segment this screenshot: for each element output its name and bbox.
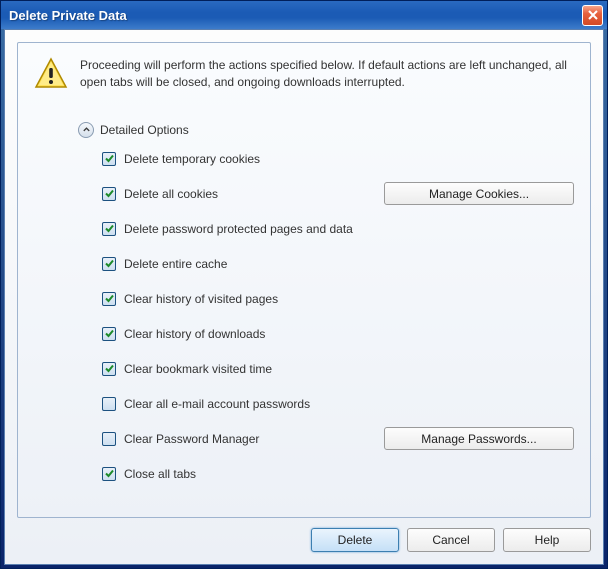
option-label: Clear Password Manager: [124, 432, 259, 446]
option-pwd-mgr: Clear Password Manager Manage Passwords.…: [102, 428, 574, 450]
warning-icon: [34, 57, 68, 91]
window-title: Delete Private Data: [9, 8, 582, 23]
check-icon: [104, 153, 115, 164]
manage-cookies-button[interactable]: Manage Cookies...: [384, 182, 574, 205]
check-icon: [104, 223, 115, 234]
warning-text: Proceeding will perform the actions spec…: [80, 57, 574, 92]
chevron-up-icon: [82, 125, 91, 134]
checkbox-temp-cookies[interactable]: [102, 152, 116, 166]
check-icon: [104, 188, 115, 199]
collapse-toggle[interactable]: [78, 122, 94, 138]
option-all-cookies: Delete all cookies Manage Cookies...: [102, 183, 574, 205]
option-history-dl: Clear history of downloads: [102, 323, 574, 345]
check-icon: [104, 468, 115, 479]
option-label: Delete all cookies: [124, 187, 218, 201]
cancel-button[interactable]: Cancel: [407, 528, 495, 552]
checkbox-pwd-pages[interactable]: [102, 222, 116, 236]
check-icon: [104, 363, 115, 374]
options-list: Delete temporary cookies Delete all cook…: [102, 148, 574, 485]
checkbox-pwd-mgr[interactable]: [102, 432, 116, 446]
section-header: Detailed Options: [78, 122, 574, 138]
option-temp-cookies: Delete temporary cookies: [102, 148, 574, 170]
check-icon: [104, 328, 115, 339]
titlebar: Delete Private Data: [1, 1, 607, 29]
checkbox-cache[interactable]: [102, 257, 116, 271]
option-label: Clear all e-mail account passwords: [124, 397, 310, 411]
footer: Delete Cancel Help: [17, 528, 591, 552]
help-button[interactable]: Help: [503, 528, 591, 552]
option-label: Clear history of downloads: [124, 327, 265, 341]
delete-button[interactable]: Delete: [311, 528, 399, 552]
checkbox-all-cookies[interactable]: [102, 187, 116, 201]
dialog-window: Delete Private Data Proceeding will perf…: [0, 0, 608, 569]
check-icon: [104, 293, 115, 304]
checkbox-history-pages[interactable]: [102, 292, 116, 306]
option-label: Delete temporary cookies: [124, 152, 260, 166]
close-button[interactable]: [582, 5, 603, 26]
option-email-pwd: Clear all e-mail account passwords: [102, 393, 574, 415]
close-icon: [588, 10, 598, 20]
checkbox-history-dl[interactable]: [102, 327, 116, 341]
option-pwd-pages: Delete password protected pages and data: [102, 218, 574, 240]
warning-row: Proceeding will perform the actions spec…: [34, 57, 574, 92]
option-history-pages: Clear history of visited pages: [102, 288, 574, 310]
option-label: Clear bookmark visited time: [124, 362, 272, 376]
check-icon: [104, 258, 115, 269]
option-close-tabs: Close all tabs: [102, 463, 574, 485]
client-area: Proceeding will perform the actions spec…: [4, 29, 604, 565]
checkbox-email-pwd[interactable]: [102, 397, 116, 411]
option-bookmark-time: Clear bookmark visited time: [102, 358, 574, 380]
inner-frame: Proceeding will perform the actions spec…: [17, 42, 591, 518]
checkbox-bookmark-time[interactable]: [102, 362, 116, 376]
option-label: Clear history of visited pages: [124, 292, 278, 306]
section-label: Detailed Options: [100, 123, 189, 137]
option-cache: Delete entire cache: [102, 253, 574, 275]
option-label: Delete password protected pages and data: [124, 222, 353, 236]
manage-passwords-button[interactable]: Manage Passwords...: [384, 427, 574, 450]
option-label: Close all tabs: [124, 467, 196, 481]
checkbox-close-tabs[interactable]: [102, 467, 116, 481]
option-label: Delete entire cache: [124, 257, 227, 271]
